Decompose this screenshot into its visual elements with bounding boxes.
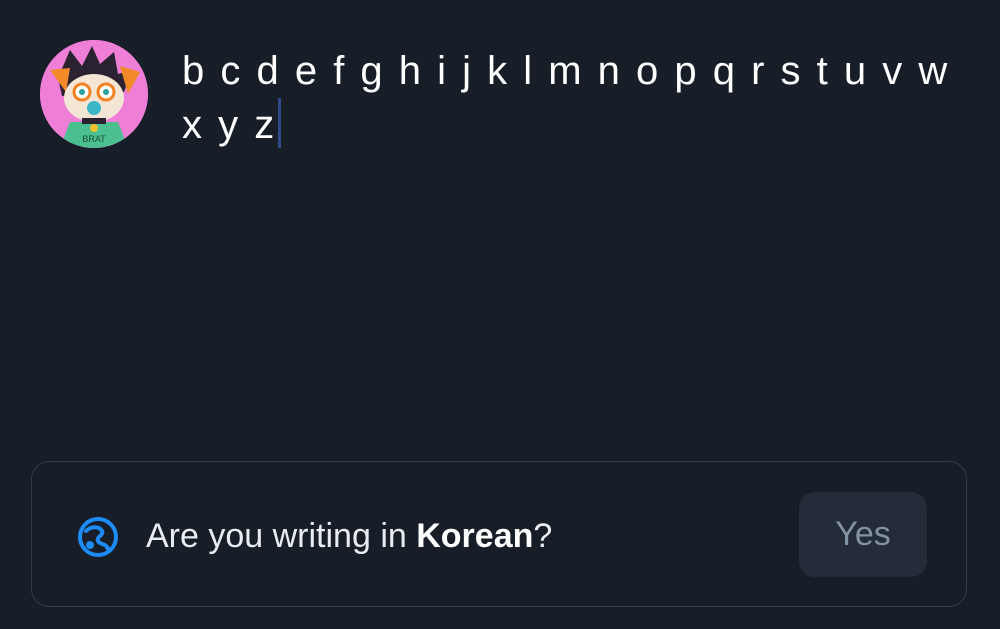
post-text-input[interactable]: b c d e f g h i j k l m n o p q r s t u … xyxy=(182,44,962,152)
text-cursor xyxy=(278,98,282,148)
detected-language: Korean xyxy=(416,517,534,555)
avatar-image: BRAT xyxy=(40,40,148,148)
post-text-content: b c d e f g h i j k l m n o p q r s t u … xyxy=(182,49,950,147)
user-avatar[interactable]: BRAT xyxy=(40,40,148,148)
prompt-suffix: ? xyxy=(533,517,553,555)
language-prompt-text: Are you writing in Korean? xyxy=(146,514,552,558)
prompt-prefix: Are you writing in xyxy=(146,517,417,555)
yes-button[interactable]: Yes xyxy=(799,492,927,577)
avatar-badge-text: BRAT xyxy=(82,134,106,144)
globe-icon xyxy=(78,517,118,557)
post-composer: BRAT b c d e f g h i j k l m n o p q r s… xyxy=(0,0,1000,450)
